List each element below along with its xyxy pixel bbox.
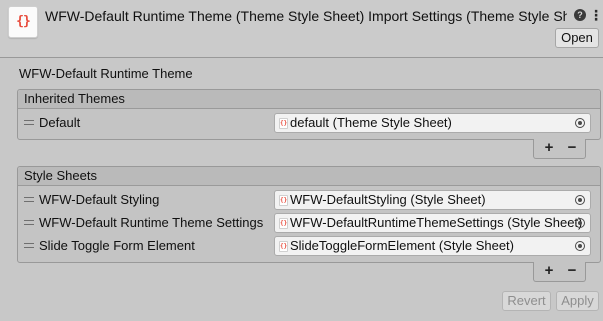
open-button[interactable]: Open: [555, 28, 599, 48]
list-item-label: Default: [39, 115, 81, 130]
drag-handle-icon[interactable]: [24, 243, 34, 248]
style-sheet-asset-icon: {}: [279, 241, 288, 252]
list-item-label: Slide Toggle Form Element: [39, 238, 195, 253]
remove-item-button[interactable]: −: [563, 139, 581, 158]
object-field[interactable]: {} default (Theme Style Sheet): [274, 113, 591, 133]
curly-braces-icon: {}: [16, 14, 31, 29]
apply-button[interactable]: Apply: [556, 291, 599, 311]
list-item: WFW-Default Styling {} WFW-DefaultStylin…: [18, 189, 600, 211]
object-field-value: WFW-DefaultRuntimeThemeSettings (Style S…: [290, 215, 583, 230]
theme-asset-icon: {}: [279, 118, 288, 129]
object-field-value: WFW-DefaultStyling (Style Sheet): [290, 192, 486, 207]
style-sheet-asset-icon: {}: [279, 218, 288, 229]
object-picker-icon[interactable]: [575, 241, 585, 251]
object-field[interactable]: {} WFW-DefaultRuntimeThemeSettings (Styl…: [274, 213, 591, 233]
drag-handle-icon[interactable]: [24, 220, 34, 225]
list-item: Default {} default (Theme Style Sheet): [18, 112, 600, 134]
drag-handle-icon[interactable]: [24, 120, 34, 125]
object-field-value: default (Theme Style Sheet): [290, 115, 452, 130]
help-icon[interactable]: ?: [574, 9, 586, 21]
inspector-title: WFW-Default Runtime Theme (Theme Style S…: [45, 8, 567, 24]
section-title: WFW-Default Runtime Theme: [19, 66, 193, 81]
style-sheets-header: Style Sheets: [18, 167, 600, 186]
inherited-themes-list: Inherited Themes Default {} default (The…: [17, 89, 601, 140]
remove-item-button[interactable]: −: [563, 262, 581, 281]
object-field[interactable]: {} WFW-DefaultStyling (Style Sheet): [274, 190, 591, 210]
style-sheet-asset-icon: {}: [279, 195, 288, 206]
style-sheets-list-footer: + −: [533, 262, 586, 282]
list-item: Slide Toggle Form Element {} SlideToggle…: [18, 235, 600, 257]
list-item-label: WFW-Default Styling: [39, 192, 160, 207]
object-picker-icon[interactable]: [575, 118, 585, 128]
object-picker-icon[interactable]: [575, 218, 585, 228]
add-item-button[interactable]: +: [540, 139, 558, 158]
object-field[interactable]: {} SlideToggleFormElement (Style Sheet): [274, 236, 591, 256]
add-item-button[interactable]: +: [540, 262, 558, 281]
object-field-value: SlideToggleFormElement (Style Sheet): [290, 238, 514, 253]
revert-button[interactable]: Revert: [502, 291, 551, 311]
style-sheet-file-icon: {}: [8, 6, 38, 38]
list-item-label: WFW-Default Runtime Theme Settings: [39, 215, 264, 230]
inherited-themes-header: Inherited Themes: [18, 90, 600, 109]
list-item: WFW-Default Runtime Theme Settings {} WF…: [18, 212, 600, 234]
style-sheets-list: Style Sheets WFW-Default Styling {} WFW-…: [17, 166, 601, 263]
inspector-header: {} WFW-Default Runtime Theme (Theme Styl…: [0, 0, 603, 58]
drag-handle-icon[interactable]: [24, 197, 34, 202]
inherited-themes-list-footer: + −: [533, 139, 586, 159]
kebab-menu-icon[interactable]: ⋮: [589, 6, 603, 24]
object-picker-icon[interactable]: [575, 195, 585, 205]
